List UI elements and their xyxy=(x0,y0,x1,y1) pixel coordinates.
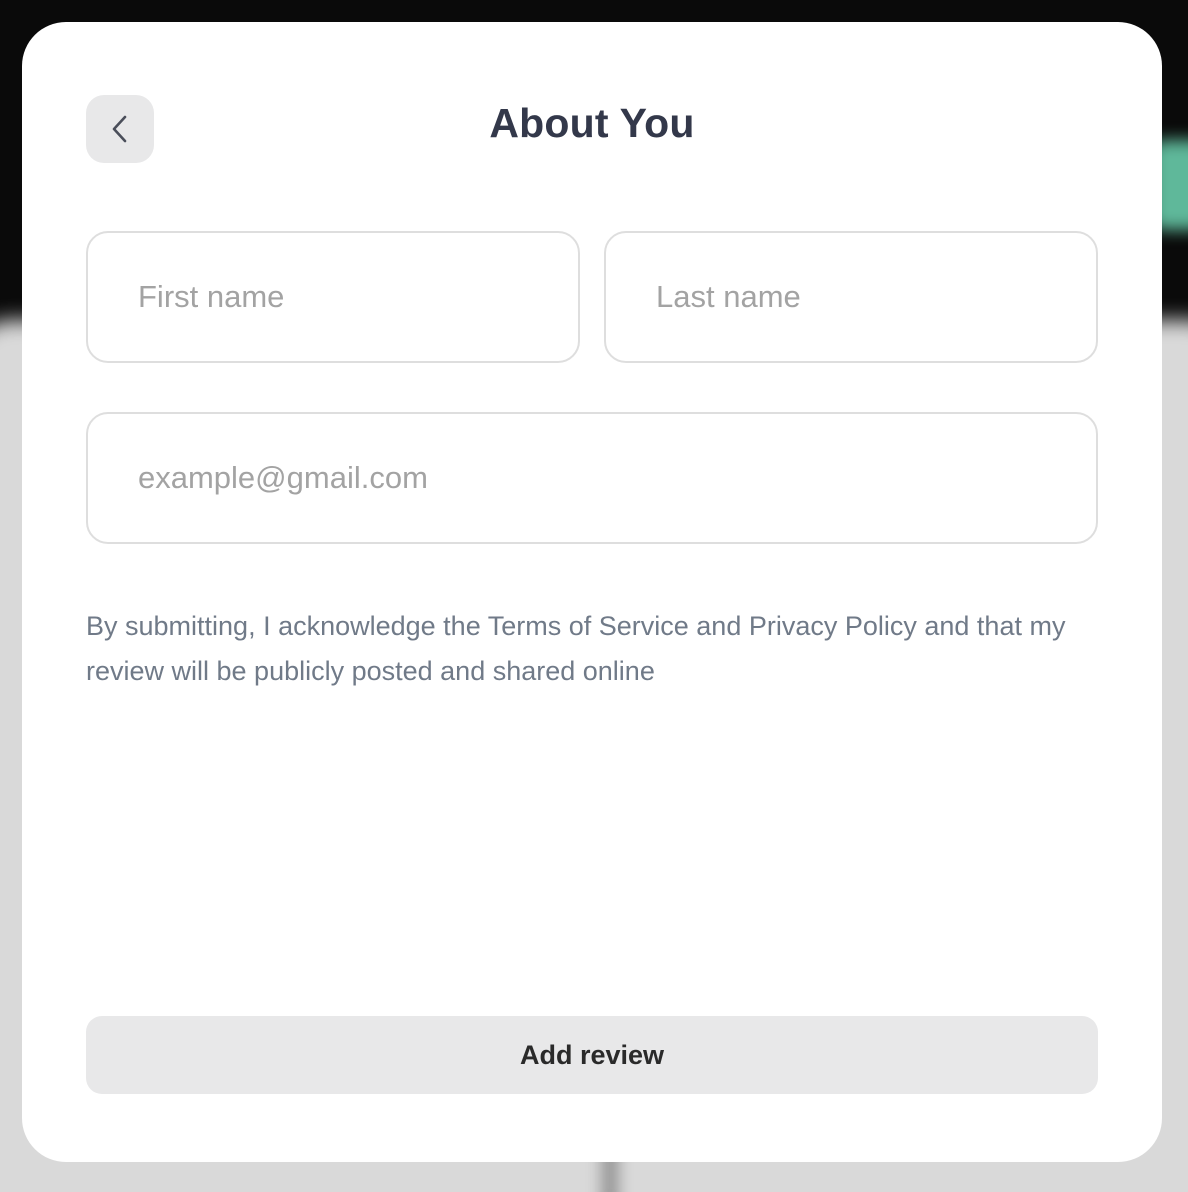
email-field[interactable] xyxy=(86,412,1098,544)
first-name-input[interactable] xyxy=(136,278,554,316)
about-you-modal: About You By submitting, I acknowledge t… xyxy=(22,22,1162,1162)
add-review-button[interactable]: Add review xyxy=(86,1016,1098,1094)
last-name-input[interactable] xyxy=(654,278,1072,316)
email-input[interactable] xyxy=(136,459,1072,497)
first-name-field[interactable] xyxy=(86,231,580,363)
modal-title: About You xyxy=(489,100,695,146)
terms-notice: By submitting, I acknowledge the Terms o… xyxy=(86,611,1066,686)
last-name-field[interactable] xyxy=(604,231,1098,363)
